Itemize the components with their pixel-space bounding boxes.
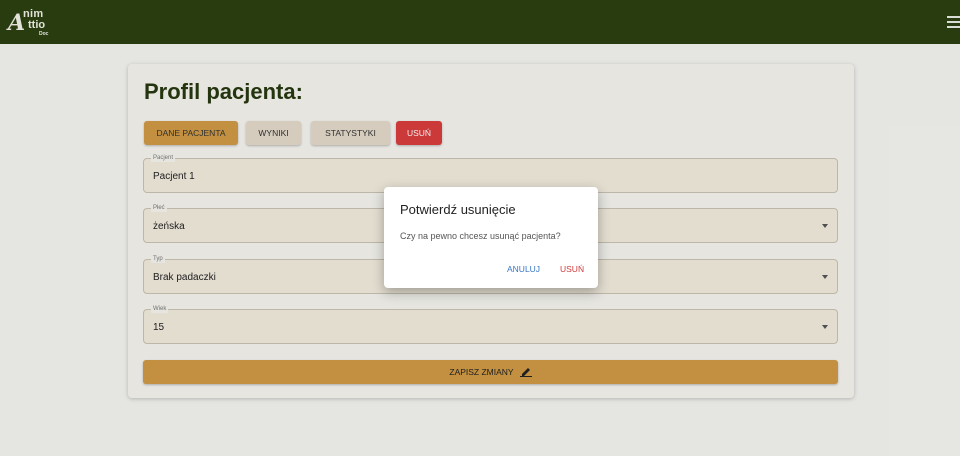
confirm-delete-button[interactable]: USUŃ [560, 264, 584, 274]
confirm-delete-dialog: Potwierdź usunięcie Czy na pewno chcesz … [384, 187, 598, 288]
dialog-title: Potwierdź usunięcie [400, 202, 516, 217]
cancel-button[interactable]: ANULUJ [507, 264, 540, 274]
dialog-message: Czy na pewno chcesz usunąć pacjenta? [400, 231, 561, 241]
